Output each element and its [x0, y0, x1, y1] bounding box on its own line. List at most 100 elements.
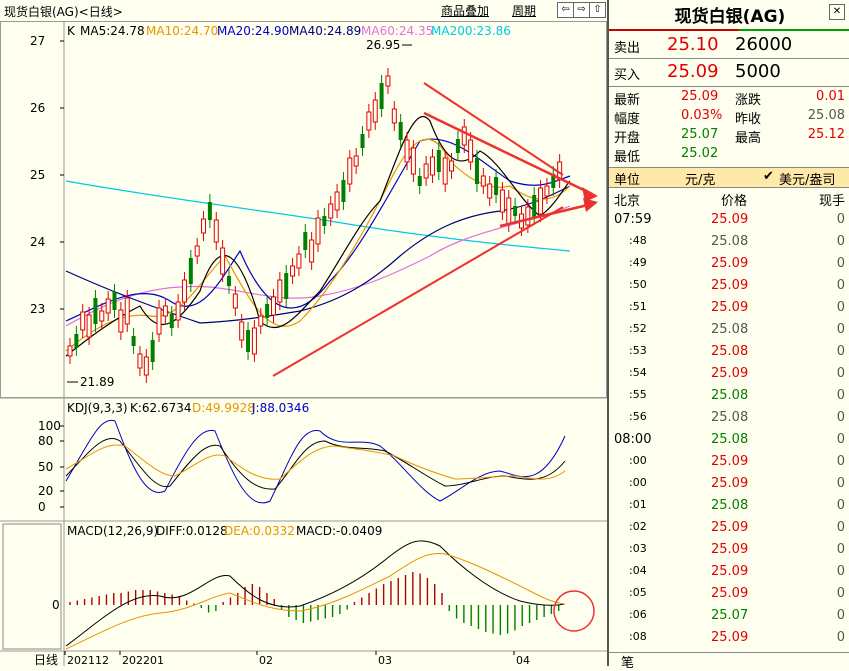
accent-green-bar: [739, 29, 849, 31]
tick-volume: 0: [836, 498, 845, 513]
latest-label: 最新: [614, 93, 641, 108]
tick-volume: 0: [836, 322, 845, 337]
candle-body-down: [436, 150, 441, 172]
tick-row: :08 25.09 0: [609, 627, 849, 649]
high-label: 最高: [735, 131, 762, 146]
unit-value[interactable]: 元/克: [685, 169, 715, 188]
tick-time: :05: [629, 586, 647, 599]
candle-body-down: [207, 202, 212, 220]
tick-time: :01: [629, 498, 647, 511]
ma10-label: MA10:24.70: [146, 24, 218, 38]
chart-area[interactable]: 27 26 25 24 23 10080 50 20 0 K MA5:24.78 MA10:2…: [0, 21, 607, 666]
tick-volume: 0: [836, 476, 845, 491]
candle-body-up: [290, 265, 296, 277]
quote-title: 现货白银(AG): [674, 7, 786, 27]
tick-time: :04: [629, 564, 647, 577]
ma60-label: MA60:24.35: [361, 24, 433, 38]
tick-price: 25.09: [711, 542, 749, 557]
candle-body-down: [532, 195, 537, 217]
candle-body-up: [423, 163, 429, 179]
x-tick-label: 02: [259, 654, 273, 666]
candle-body-up: [156, 307, 162, 335]
candle-body-up: [251, 327, 257, 355]
tick-time: :06: [629, 608, 647, 621]
macd-zero-tick: 0: [52, 598, 60, 612]
kdj-y-tick-label: 20: [38, 484, 53, 498]
candle-body-down: [455, 139, 460, 153]
macd-label: MACD(12,26,9): [67, 524, 158, 538]
ma5-label: MA5:24.78: [80, 24, 145, 38]
tick-price: 25.08: [711, 432, 749, 447]
tick-price: 25.08: [711, 234, 749, 249]
tick-row: :00 25.09 0: [609, 473, 849, 495]
change-value: 0.01: [816, 89, 845, 104]
x-tick-label: 202112: [67, 654, 109, 666]
candle-body-up: [194, 245, 200, 257]
candle-body-down: [322, 216, 327, 226]
tick-volume: 0: [836, 630, 845, 645]
macd-dea-label: DEA:0.0332: [224, 524, 295, 538]
tick-row: :49 25.09 0: [609, 253, 849, 275]
candle-body-up: [410, 147, 416, 175]
candle-body-up: [232, 293, 238, 309]
close-icon[interactable]: ✕: [829, 4, 845, 20]
tick-volume: 0: [836, 212, 845, 227]
chart-title: 现货白银(AG)<日线>: [4, 5, 123, 19]
tick-row: :01 25.08 0: [609, 495, 849, 517]
unit-alt[interactable]: 美元/盎司: [779, 169, 835, 188]
tick-volume: 0: [836, 278, 845, 293]
tick-time: :54: [629, 366, 647, 379]
tick-row: :54 25.09 0: [609, 363, 849, 385]
candle-body-up: [353, 155, 359, 167]
tick-price: 25.09: [711, 212, 749, 227]
candle-body-up: [296, 253, 302, 269]
tick-list[interactable]: 07:59 25.09 0:48 25.08 0:49 25.09 0:50 25.09 0:5…: [609, 209, 849, 653]
tick-volume: 0: [836, 234, 845, 249]
macd-value-label: MACD:-0.0409: [296, 524, 382, 538]
tick-price: 25.08: [711, 322, 749, 337]
tick-time: 08:00: [614, 432, 652, 447]
low-label: 最低: [614, 150, 641, 165]
overlay-button[interactable]: 商品叠加: [441, 2, 489, 19]
candle-body-down: [226, 276, 231, 286]
check-icon: ✔: [763, 169, 774, 184]
nav-up-icon[interactable]: ⇧: [589, 2, 606, 18]
macd-dea-line: [65, 553, 566, 650]
tick-row: :55 25.08 0: [609, 385, 849, 407]
tick-price: 25.07: [711, 608, 749, 623]
tick-row: :50 25.09 0: [609, 275, 849, 297]
kdj-d-label: D:49.9928: [192, 401, 255, 415]
candle-body-up: [124, 297, 130, 325]
candle-body-down: [360, 134, 365, 148]
tick-row: :03 25.09 0: [609, 539, 849, 561]
candle-body-up: [86, 314, 92, 338]
tick-price: 25.09: [711, 586, 749, 601]
y-tick-label: 23: [30, 302, 45, 316]
candle-body-up: [391, 108, 397, 124]
candle-body-down: [265, 304, 270, 318]
candle-body-up: [239, 321, 245, 341]
tick-price: 25.08: [711, 388, 749, 403]
latest-value: 25.09: [681, 89, 719, 104]
accent-red-bar: [609, 29, 739, 31]
candle-body-up: [137, 353, 143, 369]
candle-body-up: [487, 183, 493, 199]
candle-body-down: [150, 340, 155, 362]
quote-panel: 现货白银(AG) ✕ 卖出 25.10 26000 买入 25.09 5000 …: [607, 0, 849, 671]
tick-row: :48 25.08 0: [609, 231, 849, 253]
kdj-d-line: [65, 444, 566, 480]
nav-right-icon[interactable]: ⇨: [573, 2, 590, 18]
y-tick-label: 25: [30, 168, 45, 182]
kdj-j-line: [65, 419, 566, 504]
ma40-label: MA40:24.89: [289, 24, 361, 38]
tick-time: :51: [629, 300, 647, 313]
candle-body-up: [404, 139, 410, 163]
buy-price: 25.09: [667, 61, 719, 82]
period-button[interactable]: 周期: [512, 2, 536, 19]
tick-price: 25.09: [711, 300, 749, 315]
high-value: 25.12: [807, 127, 845, 142]
nav-left-icon[interactable]: ⇦: [557, 2, 574, 18]
tick-volume: 0: [836, 388, 845, 403]
candle-body-down: [131, 336, 136, 346]
candle-body-up: [309, 239, 315, 263]
